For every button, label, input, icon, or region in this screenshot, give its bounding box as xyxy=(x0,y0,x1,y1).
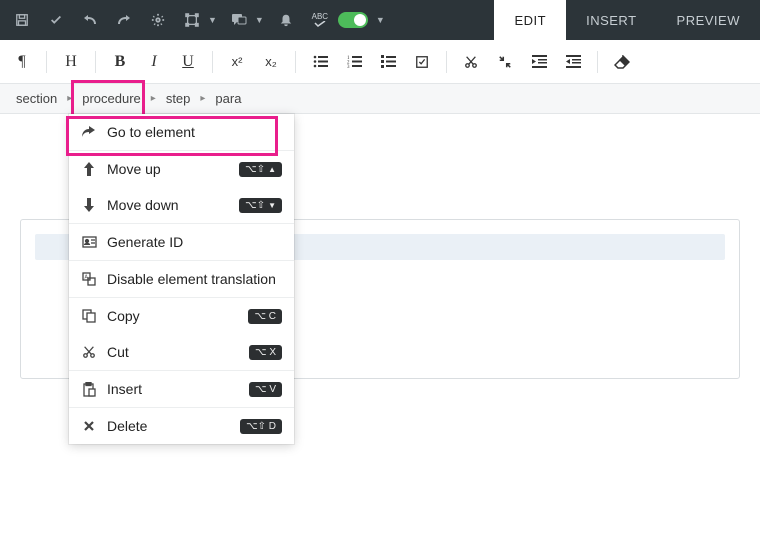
redo-icon[interactable] xyxy=(112,8,136,32)
superscript-button[interactable]: x² xyxy=(221,46,253,78)
italic-button[interactable]: I xyxy=(138,46,170,78)
subscript-button[interactable]: x₂ xyxy=(255,46,287,78)
menu-generate-id[interactable]: Generate ID xyxy=(69,224,294,260)
copy-icon xyxy=(81,308,97,324)
steps-list-icon[interactable] xyxy=(372,46,404,78)
menu-go-to-element[interactable]: Go to element xyxy=(69,114,294,150)
menu-copy[interactable]: Copy ⌥ C xyxy=(69,298,294,334)
undo-icon[interactable] xyxy=(78,8,102,32)
eraser-icon[interactable] xyxy=(606,46,638,78)
top-toolbar: ▼ ▼ ABC ▼ EDIT INSERT PREVIEW xyxy=(0,0,760,40)
menu-label: Go to element xyxy=(107,124,282,140)
mode-tabs: EDIT INSERT PREVIEW xyxy=(494,0,760,40)
menu-cut[interactable]: Cut ⌥ X xyxy=(69,334,294,370)
numbered-list-icon[interactable]: 123 xyxy=(338,46,370,78)
object-bounds-icon xyxy=(180,8,204,32)
outdent-icon[interactable] xyxy=(557,46,589,78)
menu-label: Move up xyxy=(107,161,229,177)
shortcut-badge: ⌥⇧▲ xyxy=(239,162,282,177)
chevron-right-icon: ▸ xyxy=(200,93,205,104)
format-toolbar: ¶ H B I U x² x₂ 123 xyxy=(0,40,760,84)
indent-icon[interactable] xyxy=(523,46,555,78)
underline-button[interactable]: U xyxy=(172,46,204,78)
tab-preview[interactable]: PREVIEW xyxy=(657,0,760,40)
breadcrumb-item-para[interactable]: para xyxy=(211,90,245,107)
arrow-down-icon xyxy=(81,197,97,213)
chevron-down-icon: ▼ xyxy=(208,15,217,25)
menu-label: Disable element translation xyxy=(107,271,282,287)
spellcheck-toggle[interactable] xyxy=(338,12,368,28)
bold-button[interactable]: B xyxy=(104,46,136,78)
chevron-down-icon[interactable]: ▼ xyxy=(376,15,385,25)
object-bounds-dropdown[interactable]: ▼ xyxy=(180,8,217,32)
shortcut-badge: ⌥ X xyxy=(249,345,282,360)
share-arrow-icon xyxy=(81,124,97,140)
breadcrumb: section ▸ procedure ▸ step ▸ para xyxy=(0,84,760,114)
menu-insert[interactable]: Insert ⌥ V xyxy=(69,371,294,407)
close-icon xyxy=(81,418,97,434)
comment-icon xyxy=(227,8,251,32)
menu-delete[interactable]: Delete ⌥⇧ D xyxy=(69,408,294,444)
menu-label: Generate ID xyxy=(107,234,282,250)
shortcut-badge: ⌥⇧ D xyxy=(240,419,282,434)
svg-text:3: 3 xyxy=(347,65,350,68)
check-icon[interactable] xyxy=(44,8,68,32)
collapse-icon[interactable] xyxy=(489,46,521,78)
shortcut-badge: ⌥⇧▼ xyxy=(239,198,282,213)
menu-label: Copy xyxy=(107,308,238,324)
chevron-right-icon: ▸ xyxy=(151,93,156,104)
menu-label: Delete xyxy=(107,418,230,434)
cut-icon[interactable] xyxy=(455,46,487,78)
tab-edit[interactable]: EDIT xyxy=(494,0,566,40)
breadcrumb-item-procedure[interactable]: procedure xyxy=(78,90,145,107)
tab-insert[interactable]: INSERT xyxy=(566,0,656,40)
spellcheck-toggle-group: ABC ▼ xyxy=(308,8,385,32)
heading-button[interactable]: H xyxy=(55,46,87,78)
id-card-icon xyxy=(81,234,97,250)
save-icon[interactable] xyxy=(10,8,34,32)
menu-move-down[interactable]: Move down ⌥⇧▼ xyxy=(69,187,294,223)
paste-icon xyxy=(81,381,97,397)
spellcheck-icon[interactable]: ABC xyxy=(308,8,332,32)
bullet-list-icon[interactable] xyxy=(304,46,336,78)
paragraph-button[interactable]: ¶ xyxy=(6,46,38,78)
bell-icon[interactable] xyxy=(274,8,298,32)
gear-icon[interactable] xyxy=(146,8,170,32)
shortcut-badge: ⌥ C xyxy=(248,309,282,324)
chevron-right-icon: ▸ xyxy=(67,93,72,104)
breadcrumb-item-section[interactable]: section xyxy=(12,90,61,107)
menu-label: Cut xyxy=(107,344,239,360)
scissors-icon xyxy=(81,344,97,360)
menu-move-up[interactable]: Move up ⌥⇧▲ xyxy=(69,151,294,187)
checklist-icon[interactable] xyxy=(406,46,438,78)
menu-disable-translation[interactable]: A Disable element translation xyxy=(69,261,294,297)
shortcut-badge: ⌥ V xyxy=(249,382,282,397)
chevron-down-icon: ▼ xyxy=(255,15,264,25)
comment-dropdown[interactable]: ▼ xyxy=(227,8,264,32)
translation-icon: A xyxy=(81,271,97,287)
arrow-up-icon xyxy=(81,161,97,177)
menu-label: Insert xyxy=(107,381,239,397)
menu-label: Move down xyxy=(107,197,229,213)
context-menu: Go to element Move up ⌥⇧▲ Move down ⌥⇧▼ … xyxy=(69,114,294,444)
breadcrumb-item-step[interactable]: step xyxy=(162,90,195,107)
